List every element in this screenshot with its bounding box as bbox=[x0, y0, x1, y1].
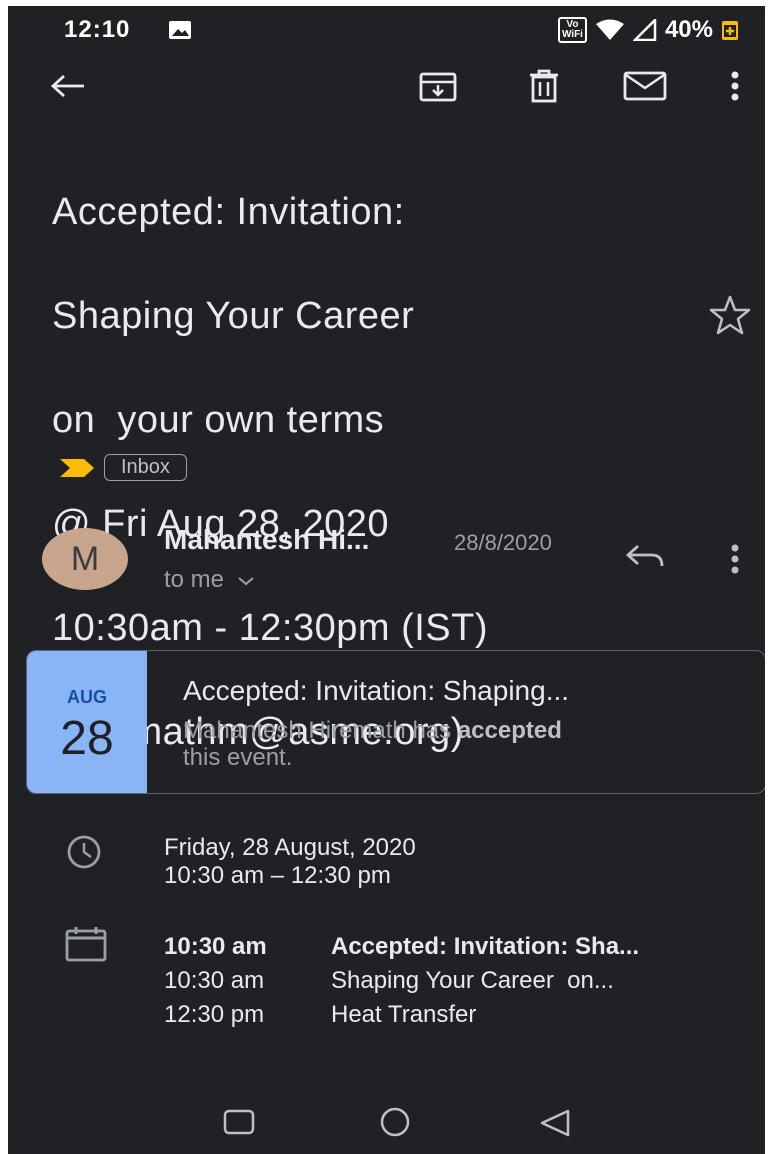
chevron-down-icon bbox=[238, 577, 254, 586]
event-card[interactable]: AUG 28 Accepted: Invitation: Shaping... … bbox=[26, 650, 765, 794]
sender-avatar[interactable]: M bbox=[42, 528, 128, 590]
back-button[interactable] bbox=[46, 66, 90, 106]
archive-icon bbox=[419, 72, 457, 102]
more-options-button[interactable] bbox=[720, 66, 750, 106]
mail-icon bbox=[623, 71, 667, 101]
archive-button[interactable] bbox=[416, 66, 460, 106]
cell-signal-icon bbox=[632, 19, 657, 41]
label-row: Inbox bbox=[58, 454, 187, 481]
status-time: 12:10 bbox=[64, 16, 131, 43]
star-icon[interactable] bbox=[708, 294, 752, 336]
vowifi-indicator: Vo WiFi bbox=[557, 17, 587, 43]
subject-line: Accepted: Invitation: bbox=[52, 191, 405, 233]
recipient-label: to me bbox=[164, 566, 225, 593]
status-right: Vo WiFi 40% bbox=[557, 16, 739, 44]
more-vert-icon bbox=[731, 71, 739, 101]
subject-line: on your own terms bbox=[52, 399, 385, 441]
sender-date: 28/8/2020 bbox=[454, 530, 552, 555]
agenda-item[interactable]: 12:30 pm Heat Transfer bbox=[164, 998, 639, 1032]
agenda-time: 12:30 pm bbox=[164, 1001, 265, 1028]
image-notification-icon bbox=[169, 21, 191, 39]
message-more-button[interactable] bbox=[730, 544, 740, 579]
trash-icon bbox=[530, 69, 558, 103]
back-arrow-icon bbox=[50, 74, 84, 98]
recipient-toggle[interactable]: to me bbox=[164, 566, 255, 594]
home-circle-icon[interactable] bbox=[378, 1106, 412, 1138]
email-screen: 12:10 Vo WiFi 40% Accepted: Invitation: … bbox=[8, 6, 765, 1154]
subject-line: Shaping Your Career bbox=[52, 295, 415, 337]
agenda-item[interactable]: 10:30 am Shaping Your Career on... bbox=[164, 964, 639, 998]
inbox-label-chip[interactable]: Inbox bbox=[104, 454, 187, 481]
event-day: 28 bbox=[60, 712, 114, 765]
battery-percent: 40% bbox=[664, 16, 713, 43]
subject-line: 10:30am - 12:30pm (IST) bbox=[52, 607, 489, 649]
mark-unread-button[interactable] bbox=[620, 66, 670, 106]
event-title: Accepted: Invitation: Shaping... bbox=[183, 675, 570, 706]
battery-icon bbox=[722, 21, 738, 40]
event-desc-prefix: Mahantesh Hiremath has bbox=[183, 717, 458, 744]
back-triangle-icon[interactable] bbox=[538, 1108, 572, 1138]
event-desc-status: accepted bbox=[457, 717, 562, 744]
event-date-block: AUG 28 bbox=[27, 651, 147, 793]
agenda-time: 10:30 am bbox=[164, 967, 265, 994]
event-when: Friday, 28 August, 2020 10:30 am – 12:30… bbox=[164, 834, 416, 890]
calendar-icon bbox=[65, 927, 107, 962]
agenda-title: Heat Transfer bbox=[331, 1001, 477, 1028]
event-description: Mahantesh Hiremath has accepted this even… bbox=[183, 717, 743, 771]
more-vert-icon bbox=[731, 544, 739, 574]
recents-square-icon[interactable] bbox=[222, 1108, 256, 1136]
importance-marker-icon[interactable] bbox=[58, 457, 96, 479]
agenda-item[interactable]: 10:30 am Accepted: Invitation: Sha... bbox=[164, 930, 639, 964]
delete-button[interactable] bbox=[522, 66, 566, 106]
event-when-date: Friday, 28 August, 2020 bbox=[164, 834, 416, 861]
event-desc-suffix: this event. bbox=[183, 744, 293, 771]
reply-button[interactable] bbox=[624, 542, 666, 577]
reply-icon bbox=[625, 544, 664, 567]
event-month: AUG bbox=[67, 687, 107, 707]
event-when-time: 10:30 am – 12:30 pm bbox=[164, 862, 391, 889]
wifi-icon bbox=[595, 19, 624, 40]
agenda-title: Accepted: Invitation: Sha... bbox=[331, 933, 640, 960]
clock-icon bbox=[67, 835, 101, 869]
sender-name[interactable]: Mahantesh Hi... bbox=[164, 524, 369, 556]
agenda-title: Shaping Your Career on... bbox=[331, 967, 614, 994]
agenda-list: 10:30 am Accepted: Invitation: Sha... 10… bbox=[164, 930, 639, 1032]
agenda-time: 10:30 am bbox=[164, 933, 267, 960]
